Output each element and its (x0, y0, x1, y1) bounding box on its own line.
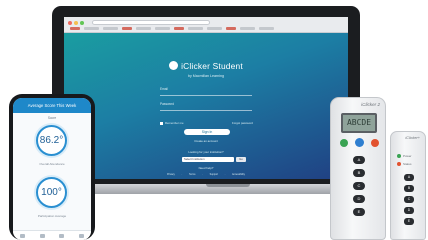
laptop: iClicker Student by Macmillan Learning E… (30, 6, 382, 196)
red-button[interactable] (371, 139, 379, 147)
green-power-button[interactable] (340, 139, 348, 147)
phone-subtitle: Score (47, 116, 57, 120)
clicker-remote-small: iClicker+ Power Status A B C D E (390, 131, 426, 240)
window-controls (68, 21, 84, 25)
bookmark-item[interactable] (136, 27, 151, 30)
sign-in-button[interactable]: Sign In (184, 129, 230, 135)
address-bar[interactable] (92, 20, 210, 25)
close-window-icon[interactable] (68, 21, 72, 25)
bookmark-item[interactable] (226, 27, 236, 30)
bookmark-item[interactable] (155, 27, 170, 30)
home-tab-icon[interactable] (20, 233, 26, 238)
browser-toolbar (64, 17, 348, 33)
maximize-window-icon[interactable] (80, 21, 84, 25)
key-c[interactable]: C (353, 182, 365, 190)
bookmarks-bar (70, 27, 274, 30)
brand-logo-icon (169, 61, 179, 70)
small-key-d[interactable]: D (404, 207, 414, 214)
bookmark-item[interactable] (122, 27, 132, 30)
brand-tagline: by Macmillan Learning (188, 74, 224, 78)
attendance-label: Overall Attendance (39, 162, 65, 166)
power-indicator-icon[interactable] (397, 154, 401, 158)
create-account-link[interactable]: Create an account (64, 139, 348, 143)
password-label: Password (160, 102, 174, 106)
small-key-a[interactable]: A (404, 174, 414, 181)
small-key-b[interactable]: B (404, 185, 414, 192)
status-label: Status (403, 162, 412, 166)
bookmark-item[interactable] (240, 27, 255, 30)
remember-me-checkbox[interactable]: Remember me (160, 121, 184, 125)
phone-header: Average Score This Week (13, 98, 91, 113)
bookmark-item[interactable] (70, 27, 80, 30)
bookmark-item[interactable] (174, 27, 184, 30)
bookmark-item[interactable] (207, 27, 222, 30)
small-key-c[interactable]: C (404, 196, 414, 203)
minimize-window-icon[interactable] (74, 21, 78, 25)
email-label: Email (160, 87, 168, 91)
bookmark-item[interactable] (188, 27, 203, 30)
clicker-lcd-display: ABCDE (341, 113, 377, 133)
phone-tab-bar (13, 230, 91, 240)
status-indicator-icon (397, 162, 401, 166)
brand-header: iClicker Student (64, 61, 348, 71)
key-b[interactable]: B (353, 169, 365, 177)
institution-select[interactable]: Select Institution (182, 157, 234, 162)
attendance-value: 86.2° (39, 135, 64, 146)
go-button[interactable]: Go (236, 157, 246, 162)
institution-prompt: Looking for your institution? (188, 150, 224, 154)
brand-name: iClicker Student (181, 61, 243, 71)
blue-button[interactable] (355, 138, 364, 147)
power-label: Power (403, 154, 412, 158)
clicker-small-brand: iClicker+ (405, 136, 420, 140)
clicker-remote-large: iClicker 2 ABCDE A B C D E (330, 97, 386, 240)
password-field[interactable] (160, 110, 252, 111)
laptop-screen: iClicker Student by Macmillan Learning E… (64, 17, 348, 179)
profile-tab-icon[interactable] (78, 233, 84, 238)
courses-tab-icon[interactable] (39, 233, 45, 238)
bookmark-item[interactable] (259, 27, 274, 30)
forgot-password-link[interactable]: Forgot password (232, 121, 253, 125)
key-e[interactable]: E (353, 208, 365, 216)
key-d[interactable]: D (353, 195, 365, 203)
clicker-brand: iClicker 2 (361, 102, 380, 107)
key-a[interactable]: A (353, 156, 365, 164)
phone: Average Score This Week Score 86.2° Over… (9, 94, 95, 240)
participation-label: Participation Average (37, 214, 67, 218)
phone-screen: Average Score This Week Score 86.2° Over… (13, 98, 91, 240)
bookmark-item[interactable] (84, 27, 99, 30)
help-link[interactable]: Need help? (64, 166, 348, 170)
participation-gauge: 100° (36, 177, 67, 208)
grades-tab-icon[interactable] (59, 233, 65, 238)
laptop-notch (206, 184, 250, 187)
attendance-gauge: 86.2° (36, 125, 67, 156)
email-field[interactable] (160, 95, 252, 96)
footer-links[interactable]: Privacy · Terms · Support · Accessibilit… (64, 173, 348, 176)
laptop-lid: iClicker Student by Macmillan Learning E… (52, 6, 360, 184)
participation-value: 100° (41, 187, 62, 198)
small-key-e[interactable]: E (404, 218, 414, 225)
bookmark-item[interactable] (103, 27, 118, 30)
